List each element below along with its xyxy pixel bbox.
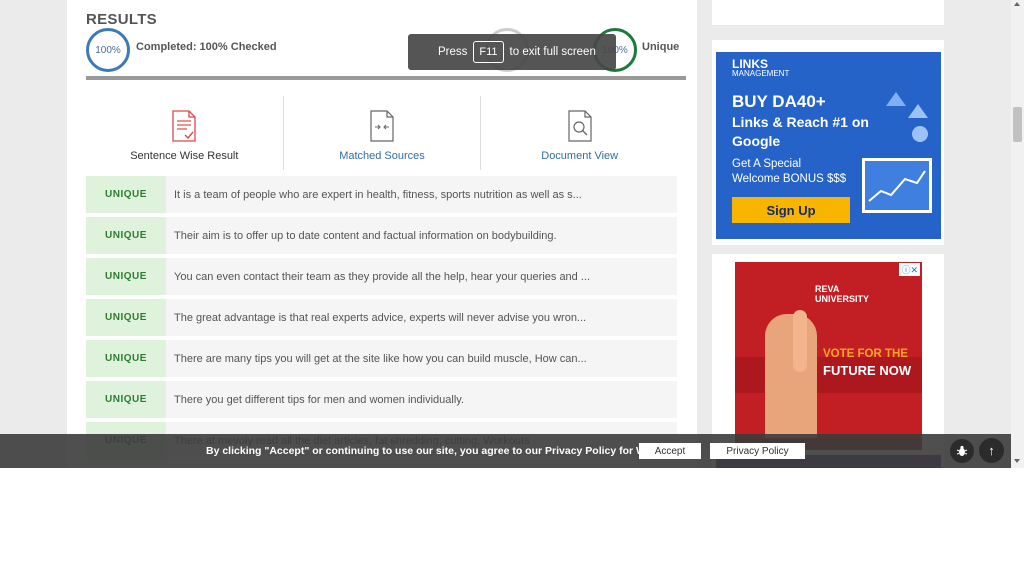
completed-label: Completed: 100% Checked [136,41,277,53]
document-check-icon [172,110,196,142]
results-progress-bar [86,76,686,80]
unique-badge: UNIQUE [86,381,166,418]
unique-badge: UNIQUE [86,176,166,213]
ad-subline: Links & Reach #1 on [732,114,869,130]
unique-badge: UNIQUE [86,340,166,377]
ad-logo: LINKS MANAGEMENT [732,57,790,78]
fullscreen-toast: Press F11 to exit full screen [408,34,616,70]
sentence-text: The great advantage is that real experts… [174,311,587,324]
arrow-up-icon [886,92,906,106]
reva-university-ad[interactable]: ⓘ✕ REVA UNIVERSITY VOTE FOR THE FUTURE NO… [735,262,922,450]
result-row[interactable]: UNIQUE There you get different tips for … [86,381,677,418]
ad-headline: BUY DA40+ [732,92,826,111]
ad-offer: Get A Special [732,158,802,170]
result-tabs: Sentence Wise Result Matched Sources Doc… [86,96,678,170]
result-row[interactable]: UNIQUE You can even contact their team a… [86,258,677,295]
result-row[interactable]: UNIQUE Their aim is to offer up to date … [86,217,677,254]
finger-image [793,310,807,372]
unique-label: Unique [642,41,680,53]
sentence-text: There are many tips you will get at the … [174,352,587,365]
gear-icon [912,126,928,142]
scroll-down-icon[interactable] [1014,459,1020,463]
sentence-text: Their aim is to offer up to date content… [174,229,557,242]
privacy-policy-button[interactable]: Privacy Policy [710,443,805,459]
scroll-thumb[interactable] [1013,107,1022,142]
ad-subline: Google [732,133,781,149]
document-search-icon [568,110,592,142]
page-viewport: RESULTS 100% Completed: 100% Checked 100… [0,0,1024,468]
toast-prefix: Press [438,46,468,58]
tab-label: Document View [541,150,619,162]
tab-label: Matched Sources [339,150,425,162]
ad-logo: REVA UNIVERSITY [815,284,870,304]
tab-document-view[interactable]: Document View [481,96,678,170]
cookie-text: By clicking "Accept" or continuing to us… [206,445,677,457]
unique-badge: UNIQUE [86,299,166,336]
ad-headline: FUTURE NOW [823,363,912,378]
sentence-text: It is a team of people who are expert in… [174,188,582,201]
unique-badge: UNIQUE [86,217,166,254]
results-title: RESULTS [86,11,157,28]
hand-image [765,314,817,450]
ad-signup-button[interactable]: Sign Up [732,197,850,223]
tab-sentence-wise-result[interactable]: Sentence Wise Result [86,96,284,170]
results-card: RESULTS 100% Completed: 100% Checked 100… [67,0,697,468]
completed-percent: 100% [95,44,121,56]
monitor-chart-icon [862,158,932,213]
completed-progress-ring: 100% [86,28,130,72]
toast-suffix: to exit full screen [509,46,596,58]
ad-headline: VOTE FOR THE [823,348,908,360]
sentence-text: There you get different tips for men and… [174,393,465,406]
compare-arrows-icon [370,110,394,142]
result-row[interactable]: UNIQUE It is a team of people who are ex… [86,176,677,213]
scroll-to-top-icon[interactable]: ↑ [979,438,1004,463]
tab-matched-sources[interactable]: Matched Sources [284,96,482,170]
ad-offer: Welcome BONUS $$$ [732,173,847,185]
ad-close-icon[interactable]: ⓘ✕ [899,263,920,276]
arrow-up-icon [908,104,928,118]
tab-label: Sentence Wise Result [130,150,239,162]
accept-button[interactable]: Accept [639,443,701,459]
scroll-up-icon[interactable] [1014,2,1020,6]
bug-report-icon[interactable] [950,439,974,463]
sentence-result-list: UNIQUE It is a team of people who are ex… [86,176,677,463]
cookie-consent-bar: By clicking "Accept" or continuing to us… [0,434,1011,468]
result-row[interactable]: UNIQUE There are many tips you will get … [86,340,677,377]
sentence-text: You can even contact their team as they … [174,270,591,283]
sidebar-widget [712,0,944,25]
f11-key: F11 [473,41,504,63]
result-row[interactable]: UNIQUE The great advantage is that real … [86,299,677,336]
page-scrollbar[interactable] [1011,0,1024,468]
links-management-ad[interactable]: LINKS MANAGEMENT BUY DA40+ Links & Reach … [716,52,941,239]
unique-badge: UNIQUE [86,258,166,295]
